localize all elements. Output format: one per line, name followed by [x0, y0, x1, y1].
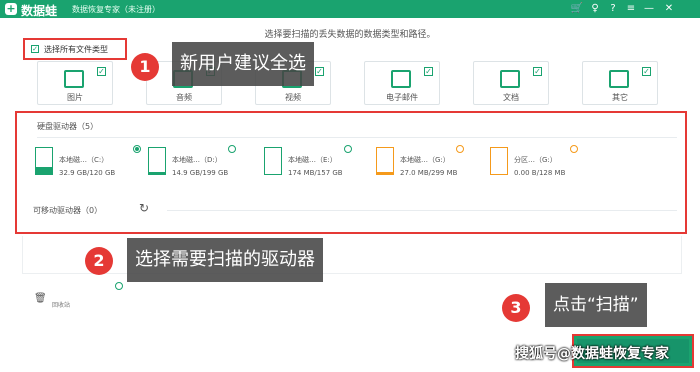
hard-disk-icon [376, 147, 394, 175]
filetype-card-image[interactable]: ✓ 图片 [37, 61, 113, 105]
cart-icon[interactable]: 🛒 [570, 2, 584, 16]
checkbox-icon: ✓ [424, 67, 433, 76]
checkbox-icon: ✓ [97, 67, 106, 76]
drive-size: 14.9 GB/199 GB [172, 169, 229, 177]
hard-disk-icon [264, 147, 282, 175]
drive-radio[interactable] [456, 145, 464, 153]
drive-name: 分区…（G:） [514, 156, 557, 164]
watermark: 搜狐号@数据蛙恢复专家 [515, 346, 669, 362]
removable-drive-section-title: 可移动驱动器（0） [33, 206, 103, 215]
drive-size: 174 MB/157 GB [288, 169, 343, 177]
drive-size: 0.00 B/128 MB [514, 169, 566, 177]
window-subtitle: 数据恢复专家（未注册） [72, 5, 160, 14]
filetype-label: 音频 [176, 93, 192, 102]
drive-c[interactable]: 本地磁…（C:） 32.9 GB/120 GB [35, 145, 145, 185]
content-area [22, 236, 682, 274]
drive-e[interactable]: 本地磁…（E:） 174 MB/157 GB [264, 145, 374, 185]
drive-size: 32.9 GB/120 GB [59, 169, 116, 177]
drive-d[interactable]: 本地磁…（D:） 14.9 GB/199 GB [148, 145, 258, 185]
document-icon [500, 70, 520, 88]
recycle-bin-icon[interactable]: 🗑 [34, 293, 47, 304]
select-all-checkbox[interactable]: ✓ 选择所有文件类型 [23, 38, 127, 60]
hard-drive-section-title: 硬盘驱动器（5） [37, 122, 99, 131]
account-icon[interactable]: ♀ [588, 2, 602, 16]
filetype-label: 其它 [612, 93, 628, 102]
checkbox-icon: ✓ [31, 45, 39, 53]
drive-radio[interactable] [344, 145, 352, 153]
drive-name: 本地磁…（G:） [400, 156, 450, 164]
filetype-label: 电子邮件 [386, 93, 418, 102]
callout-text: 选择需要扫描的驱动器 [127, 238, 323, 282]
others-icon [609, 70, 629, 88]
app-logo-icon: + [5, 2, 17, 15]
image-icon [64, 70, 84, 88]
drive-size: 27.0 MB/299 MB [400, 169, 458, 177]
divider [37, 137, 677, 138]
hard-disk-icon [35, 147, 53, 175]
drive-selection-panel: 硬盘驱动器（5） 本地磁…（C:） 32.9 GB/120 GB 本地磁…（D:… [15, 111, 687, 234]
drive-name: 本地磁…（C:） [59, 156, 109, 164]
filetype-label: 视频 [285, 93, 301, 102]
filetype-label: 图片 [67, 93, 83, 102]
recycle-radio[interactable] [115, 282, 123, 290]
disk-usage-fill [149, 171, 165, 174]
drive-name: 本地磁…（E:） [288, 156, 337, 164]
checkbox-icon: ✓ [533, 67, 542, 76]
step-badge: 2 [85, 247, 113, 275]
email-icon [391, 70, 411, 88]
help-icon[interactable]: ? [606, 2, 620, 16]
drive-name: 本地磁…（D:） [172, 156, 222, 164]
filetype-label: 文档 [503, 93, 519, 102]
close-icon[interactable]: ✕ [662, 2, 676, 16]
app-name: 数据蛙 [21, 4, 58, 18]
drive-radio[interactable] [133, 145, 141, 153]
filetype-card-others[interactable]: ✓ 其它 [582, 61, 658, 105]
hard-disk-icon [490, 147, 508, 175]
checkbox-icon: ✓ [642, 67, 651, 76]
recycle-bin-label: 回收站 [52, 302, 71, 309]
minimize-icon[interactable]: — [642, 2, 656, 16]
drive-radio[interactable] [228, 145, 236, 153]
drive-g[interactable]: 本地磁…（G:） 27.0 MB/299 MB [376, 145, 486, 185]
divider [167, 210, 677, 211]
refresh-icon[interactable]: ↻ [139, 201, 149, 215]
drive-radio[interactable] [570, 145, 578, 153]
callout-text: 新用户建议全选 [172, 42, 314, 86]
title-bar: + 数据蛙 数据恢复专家（未注册） 🛒 ♀ ? ≡ — ✕ [0, 0, 700, 18]
step-badge: 3 [502, 294, 530, 322]
step-badge: 1 [131, 53, 159, 81]
hard-disk-icon [148, 147, 166, 175]
drive-partition[interactable]: 分区…（G:） 0.00 B/128 MB [490, 145, 600, 185]
menu-icon[interactable]: ≡ [624, 2, 638, 16]
select-all-label: 选择所有文件类型 [44, 44, 108, 54]
disk-usage-fill [36, 166, 52, 174]
filetype-card-document[interactable]: ✓ 文档 [473, 61, 549, 105]
callout-text: 点击“扫描” [545, 283, 647, 327]
filetype-card-email[interactable]: ✓ 电子邮件 [364, 61, 440, 105]
checkbox-icon: ✓ [315, 67, 324, 76]
disk-usage-fill [377, 171, 393, 174]
